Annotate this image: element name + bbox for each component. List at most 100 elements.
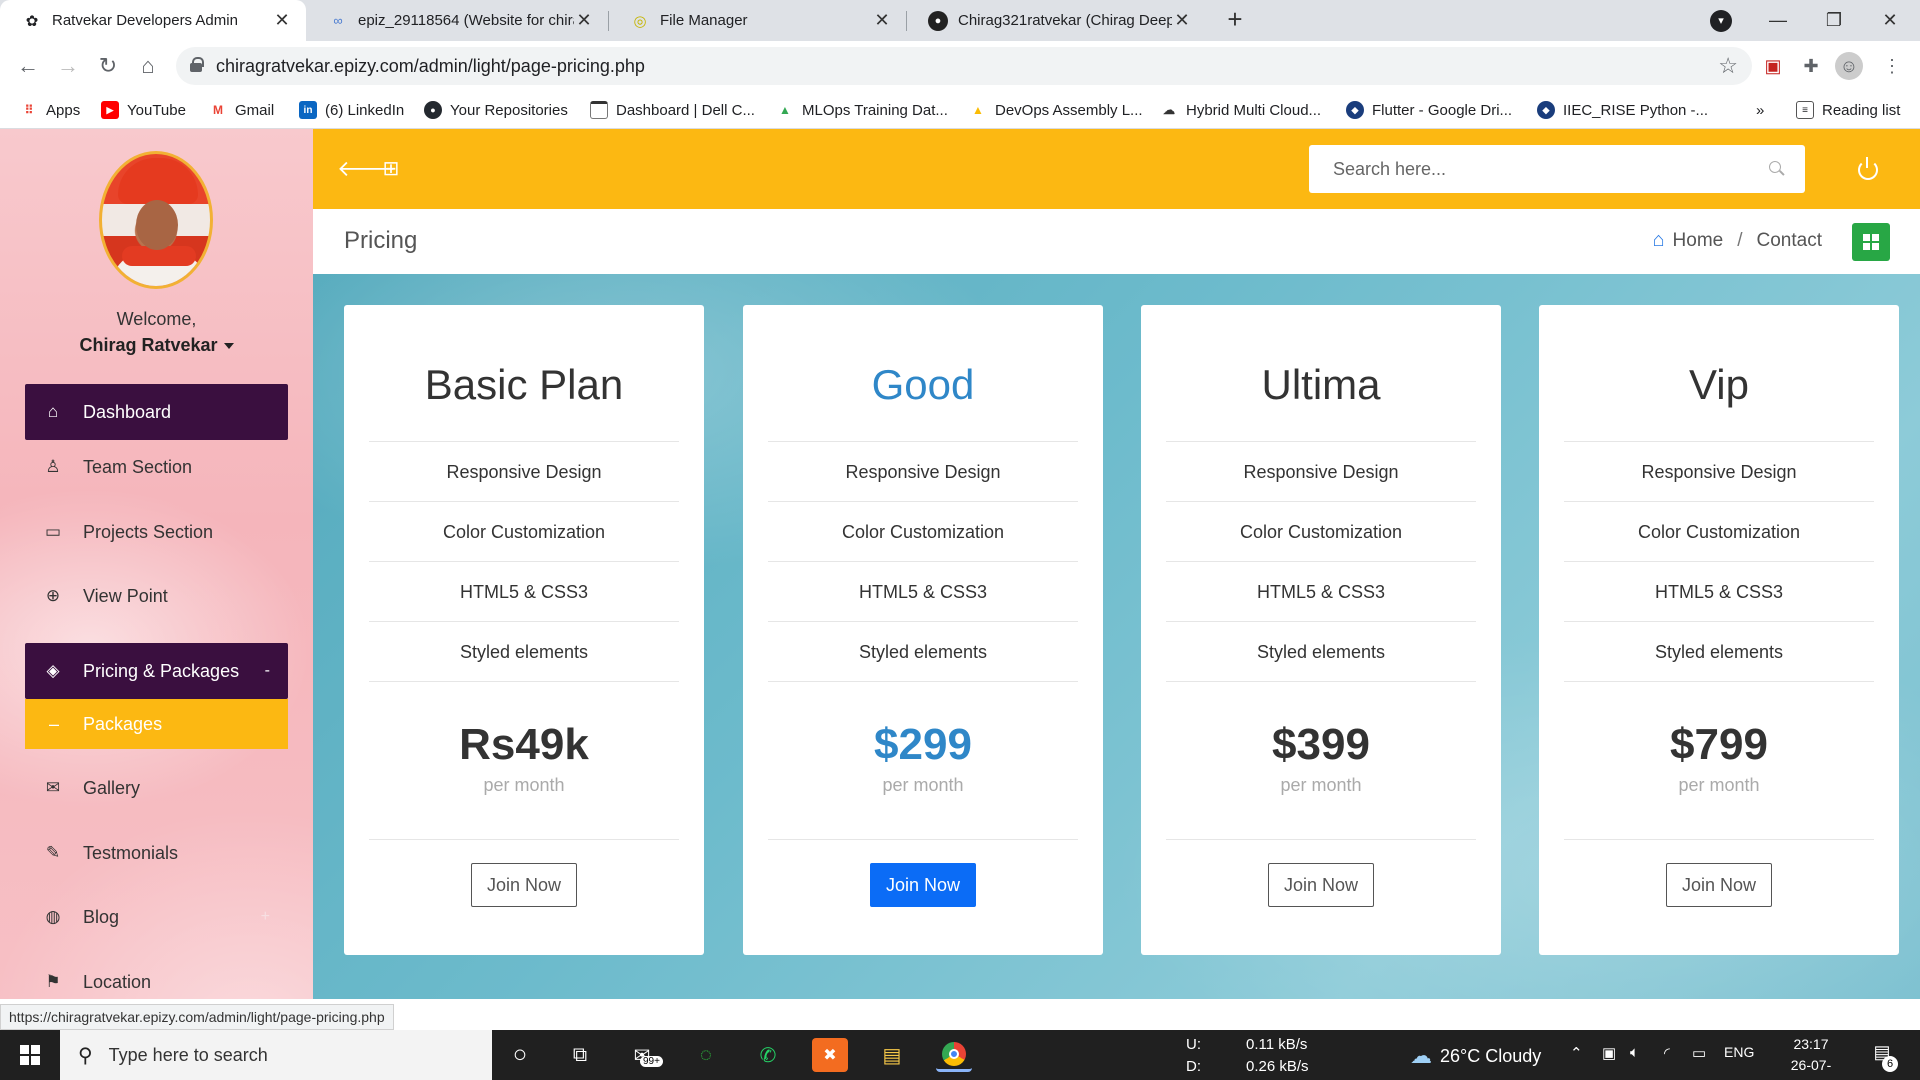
sidebar-item-projects[interactable]: ▭ Projects Section (25, 504, 288, 560)
sidebar-item-view-point[interactable]: ⊕ View Point (25, 568, 288, 624)
sidebar-item-team[interactable]: ♙ Team Section (25, 439, 288, 495)
sidebar-item-testimonials[interactable]: ✎ Testmonials (25, 825, 288, 881)
maximize-icon[interactable]: ❐ (1806, 4, 1862, 36)
cortana-icon[interactable]: ○ (502, 1038, 538, 1072)
bookmark-gmail[interactable]: M Gmail (209, 99, 274, 121)
breadcrumb-contact[interactable]: Contact (1757, 230, 1822, 252)
whatsapp-icon[interactable]: ✆ (750, 1038, 786, 1072)
back-arrow-icon[interactable]: 🡐 (337, 155, 396, 183)
minimize-icon[interactable]: — (1750, 4, 1806, 36)
divider (1564, 839, 1874, 840)
layout-grid-button[interactable] (1852, 223, 1890, 261)
breadcrumb-home[interactable]: Home (1673, 230, 1724, 252)
forward-icon[interactable]: → (52, 50, 84, 82)
chevron-up-icon[interactable]: ⌃ (1570, 1044, 1583, 1062)
bookmark-apps[interactable]: ⠿ Apps (20, 99, 81, 121)
bookmark-star-icon[interactable]: ☆ (1718, 53, 1738, 79)
sidebar-item-label: Team Section (83, 456, 193, 477)
search-input[interactable] (1309, 145, 1749, 193)
join-now-button[interactable]: Join Now (1666, 863, 1772, 907)
apps-grid-icon[interactable]: ⊞ (377, 155, 405, 183)
browser-tab-admin[interactable]: ✿ Ratvekar Developers Admin ✕ (0, 0, 306, 41)
sidebar-subitem-packages[interactable]: – Packages (25, 699, 288, 749)
wifi-icon[interactable]: ◜ (1664, 1044, 1670, 1062)
bookmark-iiec-python[interactable]: ◆ IIEC_RISE Python -... (1537, 99, 1708, 121)
xampp-icon[interactable]: ✖ (812, 1038, 848, 1072)
bookmark-label: (6) LinkedIn (325, 101, 405, 119)
divider (369, 839, 679, 840)
taskbar-search[interactable]: ⚲ Type here to search (60, 1030, 492, 1080)
link-status-url: https://chiragratvekar.epizy.com/admin/l… (0, 1004, 394, 1030)
chrome-icon[interactable] (936, 1038, 972, 1072)
close-icon[interactable]: ✕ (574, 10, 594, 31)
meet-icon[interactable]: ▣ (1602, 1044, 1616, 1062)
plan-feature: Styled elements (768, 621, 1078, 681)
notification-icon[interactable]: ▤ 6 (1868, 1042, 1898, 1072)
user-menu-toggle[interactable]: Chirag Ratvekar (0, 335, 313, 356)
sidebar-item-gallery[interactable]: ✉ Gallery (25, 760, 288, 816)
extensions-puzzle-icon[interactable]: ✚ (1797, 52, 1825, 80)
bookmark-repositories[interactable]: ● Your Repositories (424, 99, 568, 121)
app-header: 🡐 ⊞ (313, 129, 1920, 209)
tab-title: epiz_29118564 (Website for chira (358, 12, 574, 29)
sidebar-item-pricing[interactable]: ◈ Pricing & Packages - (25, 643, 288, 699)
back-icon[interactable]: ← (12, 50, 44, 82)
download-speed: 0.26 kB/s (1246, 1058, 1309, 1075)
browser-tab-epiz[interactable]: ∞ epiz_29118564 (Website for chira ✕ (306, 0, 608, 41)
reading-list-button[interactable]: ≡ Reading list (1796, 99, 1900, 121)
bookmark-hybrid-cloud[interactable]: ☁ Hybrid Multi Cloud... (1160, 99, 1321, 121)
join-now-button[interactable]: Join Now (1268, 863, 1374, 907)
browser-menu-icon[interactable]: ⋮ (1878, 52, 1906, 80)
bookmark-mlops[interactable]: ▲ MLOps Training Dat... (776, 99, 948, 121)
collapse-toggle[interactable]: - (265, 662, 270, 680)
header-search (1309, 145, 1805, 193)
battery-icon[interactable]: ▭ (1692, 1044, 1706, 1062)
browser-tab-file-manager[interactable]: ◎ File Manager ✕ (608, 0, 906, 41)
expand-toggle[interactable]: + (261, 908, 270, 926)
language-indicator[interactable]: ENG (1724, 1044, 1754, 1060)
windows-start-icon[interactable] (0, 1030, 60, 1080)
breadcrumb-separator: / (1737, 229, 1743, 251)
system-clock[interactable]: 23:17 26-07-2021 (1776, 1034, 1846, 1080)
sidebar-item-label: Pricing & Packages (83, 660, 240, 681)
tab-title: File Manager (660, 12, 748, 29)
bookmark-flutter[interactable]: ◆ Flutter - Google Dri... (1346, 99, 1512, 121)
mail-app-icon[interactable]: ✉ 99+ (624, 1038, 663, 1072)
bookmark-label: Flutter - Google Dri... (1372, 101, 1513, 119)
pocket-extension-icon[interactable]: ▣ (1759, 52, 1787, 80)
browser-tab-github[interactable]: ● Chirag321ratvekar (Chirag Deepa ✕ (906, 0, 1206, 41)
tab-search-icon[interactable]: ▾ (1710, 10, 1732, 32)
search-icon[interactable] (1769, 161, 1785, 177)
address-bar[interactable]: chiragratvekar.epizy.com/admin/light/pag… (176, 47, 1752, 85)
avatar[interactable] (99, 151, 213, 289)
close-icon[interactable]: ✕ (872, 10, 892, 31)
refresh-app-icon[interactable]: ◌ (688, 1038, 724, 1072)
close-icon[interactable]: ✕ (1172, 10, 1192, 31)
sidebar-item-dashboard[interactable]: ⌂ Dashboard (25, 384, 288, 440)
new-tab-button[interactable]: + (1220, 5, 1250, 35)
bookmark-youtube[interactable]: ▶ YouTube (101, 99, 186, 121)
sidebar-item-label: Projects Section (83, 521, 214, 542)
file-explorer-icon[interactable]: ▤ (874, 1038, 910, 1072)
divider (369, 681, 679, 682)
power-icon[interactable] (1852, 153, 1882, 183)
divider (1166, 839, 1476, 840)
sidebar-item-blog[interactable]: ◍ Blog + (25, 889, 288, 945)
bookmark-devops[interactable]: ▲ DevOps Assembly L... (969, 99, 1143, 121)
divider (768, 839, 1078, 840)
bookmark-dell-dashboard[interactable]: Dashboard | Dell C... (590, 99, 755, 121)
sidebar-item-location[interactable]: ⚑ Location (25, 954, 288, 999)
home-browser-icon[interactable]: ⌂ (132, 50, 164, 82)
close-icon[interactable]: ✕ (272, 10, 292, 31)
join-now-button[interactable]: Join Now (471, 863, 577, 907)
more-bookmarks-button[interactable]: » (1756, 99, 1764, 121)
reload-icon[interactable]: ↻ (92, 50, 124, 82)
profile-avatar[interactable]: ☺ (1835, 52, 1863, 80)
join-now-button[interactable]: Join Now (870, 863, 976, 907)
volume-icon[interactable]: 🔈︎ (1630, 1044, 1639, 1061)
window-close-icon[interactable]: ✕ (1862, 4, 1918, 36)
plan-feature: HTML5 & CSS3 (768, 561, 1078, 621)
task-view-icon[interactable]: ⧉ (562, 1038, 598, 1072)
weather-widget[interactable]: ☁ 26°C Cloudy (1410, 1043, 1541, 1069)
bookmark-linkedin[interactable]: in (6) LinkedIn (299, 99, 404, 121)
